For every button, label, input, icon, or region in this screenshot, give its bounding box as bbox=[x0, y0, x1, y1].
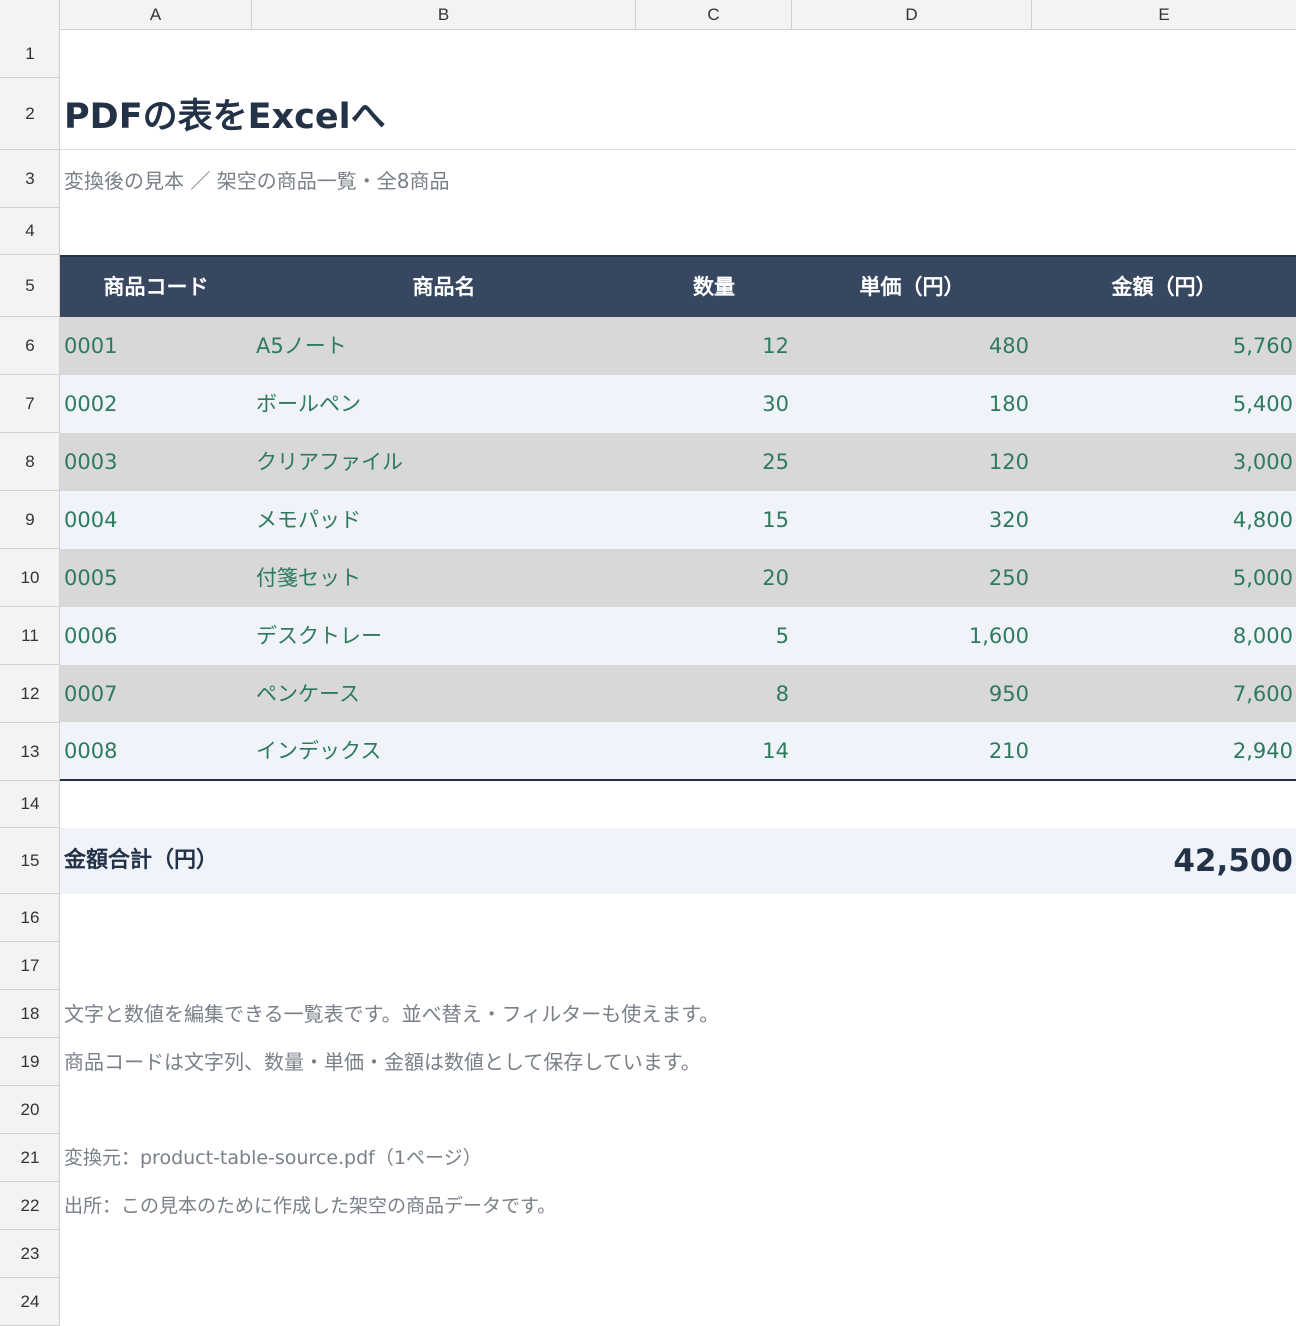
column-header-bar: A B C D E bbox=[0, 0, 1296, 30]
cell-price[interactable]: 210 bbox=[792, 722, 1029, 780]
row-header-21[interactable]: 21 bbox=[0, 1134, 60, 1182]
cell-code[interactable]: 0008 bbox=[64, 722, 248, 780]
header-name[interactable]: 商品名 bbox=[252, 257, 636, 317]
column-header-e[interactable]: E bbox=[1032, 0, 1296, 30]
cell-qty[interactable]: 25 bbox=[636, 433, 789, 491]
row-header-20[interactable]: 20 bbox=[0, 1086, 60, 1134]
row-header-23[interactable]: 23 bbox=[0, 1230, 60, 1278]
cell-name[interactable]: 付箋セット bbox=[256, 549, 632, 607]
cell-qty[interactable]: 20 bbox=[636, 549, 789, 607]
cell-code[interactable]: 0005 bbox=[64, 549, 248, 607]
cell-name[interactable]: クリアファイル bbox=[256, 433, 632, 491]
sheet-title[interactable]: PDFの表をExcelへ bbox=[60, 78, 1296, 150]
row-header-22[interactable]: 22 bbox=[0, 1182, 60, 1230]
cell-amount[interactable]: 5,400 bbox=[1032, 375, 1293, 433]
cell-name[interactable]: ボールペン bbox=[256, 375, 632, 433]
row-header-2[interactable]: 2 bbox=[0, 78, 60, 150]
cell-amount[interactable]: 7,600 bbox=[1032, 665, 1293, 723]
cell-qty[interactable]: 15 bbox=[636, 491, 789, 549]
cell-code[interactable]: 0001 bbox=[64, 317, 248, 375]
table-row: 0002 ボールペン 30 180 5,400 bbox=[60, 375, 1296, 433]
header-price[interactable]: 単価（円） bbox=[792, 257, 1032, 317]
sheet-subtitle[interactable]: 変換後の見本 ／ 架空の商品一覧・全8商品 bbox=[60, 150, 1296, 208]
table-row: 0005 付箋セット 20 250 5,000 bbox=[60, 549, 1296, 607]
row-header-7[interactable]: 7 bbox=[0, 375, 60, 433]
table-row: 0007 ペンケース 8 950 7,600 bbox=[60, 665, 1296, 723]
row-header-11[interactable]: 11 bbox=[0, 607, 60, 665]
credit-note[interactable]: 出所：この見本のために作成した架空の商品データです。 bbox=[64, 1182, 1264, 1230]
row-header-16[interactable]: 16 bbox=[0, 894, 60, 942]
row-header-6[interactable]: 6 bbox=[0, 317, 60, 375]
row-header-18[interactable]: 18 bbox=[0, 990, 60, 1038]
table-row: 0003 クリアファイル 25 120 3,000 bbox=[60, 433, 1296, 491]
cell-price[interactable]: 1,600 bbox=[792, 607, 1029, 665]
column-header-d[interactable]: D bbox=[792, 0, 1032, 30]
row-header-4[interactable]: 4 bbox=[0, 208, 60, 255]
total-label[interactable]: 金額合計（円） bbox=[64, 828, 218, 894]
cell-price[interactable]: 320 bbox=[792, 491, 1029, 549]
cell-price[interactable]: 120 bbox=[792, 433, 1029, 491]
note-line-1[interactable]: 文字と数値を編集できる一覧表です。並べ替え・フィルターも使えます。 bbox=[64, 990, 1264, 1038]
row-header-5[interactable]: 5 bbox=[0, 255, 60, 317]
note-line-2[interactable]: 商品コードは文字列、数量・単価・金額は数値として保存しています。 bbox=[64, 1038, 1264, 1086]
cell-qty[interactable]: 12 bbox=[636, 317, 789, 375]
row-header-10[interactable]: 10 bbox=[0, 549, 60, 607]
column-header-c[interactable]: C bbox=[636, 0, 792, 30]
row-header-19[interactable]: 19 bbox=[0, 1038, 60, 1086]
cell-price[interactable]: 480 bbox=[792, 317, 1029, 375]
column-header-b[interactable]: B bbox=[252, 0, 636, 30]
select-all-corner[interactable] bbox=[0, 0, 60, 30]
cell-code[interactable]: 0006 bbox=[64, 607, 248, 665]
cell-qty[interactable]: 8 bbox=[636, 665, 789, 723]
table-row: 0001 A5ノート 12 480 5,760 bbox=[60, 317, 1296, 375]
cell-qty[interactable]: 30 bbox=[636, 375, 789, 433]
table-bottom-border bbox=[60, 779, 1296, 781]
cell-name[interactable]: A5ノート bbox=[256, 317, 632, 375]
spreadsheet: A B C D E 1 2 3 4 5 6 7 8 9 10 11 12 13 … bbox=[0, 0, 1296, 1326]
row-header-8[interactable]: 8 bbox=[0, 433, 60, 491]
row-header-14[interactable]: 14 bbox=[0, 781, 60, 828]
cell-amount[interactable]: 5,760 bbox=[1032, 317, 1293, 375]
cell-name[interactable]: デスクトレー bbox=[256, 607, 632, 665]
cell-code[interactable]: 0004 bbox=[64, 491, 248, 549]
source-note[interactable]: 変換元：product-table-source.pdf（1ページ） bbox=[64, 1134, 1264, 1182]
row-header-12[interactable]: 12 bbox=[0, 665, 60, 723]
cell-amount[interactable]: 3,000 bbox=[1032, 433, 1293, 491]
cell-name[interactable]: インデックス bbox=[256, 722, 632, 780]
header-code[interactable]: 商品コード bbox=[60, 257, 252, 317]
header-amount[interactable]: 金額（円） bbox=[1032, 257, 1296, 317]
total-value[interactable]: 42,500 bbox=[1173, 828, 1293, 894]
table-row: 0004 メモパッド 15 320 4,800 bbox=[60, 491, 1296, 549]
cell-code[interactable]: 0007 bbox=[64, 665, 248, 723]
row-header-9[interactable]: 9 bbox=[0, 491, 60, 549]
cell-name[interactable]: ペンケース bbox=[256, 665, 632, 723]
cell-price[interactable]: 950 bbox=[792, 665, 1029, 723]
row-header-24[interactable]: 24 bbox=[0, 1278, 60, 1326]
row-header-3[interactable]: 3 bbox=[0, 150, 60, 208]
cell-code[interactable]: 0003 bbox=[64, 433, 248, 491]
cell-amount[interactable]: 4,800 bbox=[1032, 491, 1293, 549]
table-row: 0008 インデックス 14 210 2,940 bbox=[60, 722, 1296, 780]
column-header-a[interactable]: A bbox=[60, 0, 252, 30]
cell-code[interactable]: 0002 bbox=[64, 375, 248, 433]
cell-qty[interactable]: 14 bbox=[636, 722, 789, 780]
cell-name[interactable]: メモパッド bbox=[256, 491, 632, 549]
row-header-15[interactable]: 15 bbox=[0, 828, 60, 894]
cell-price[interactable]: 250 bbox=[792, 549, 1029, 607]
row-header-1[interactable]: 1 bbox=[0, 30, 60, 78]
cell-amount[interactable]: 8,000 bbox=[1032, 607, 1293, 665]
cell-qty[interactable]: 5 bbox=[636, 607, 789, 665]
cell-amount[interactable]: 5,000 bbox=[1032, 549, 1293, 607]
cell-price[interactable]: 180 bbox=[792, 375, 1029, 433]
table-row: 0006 デスクトレー 5 1,600 8,000 bbox=[60, 607, 1296, 665]
row-header-bar: 1 2 3 4 5 6 7 8 9 10 11 12 13 14 15 16 1… bbox=[0, 30, 60, 1326]
cell-amount[interactable]: 2,940 bbox=[1032, 722, 1293, 780]
table-header-row: 商品コード 商品名 数量 単価（円） 金額（円） bbox=[60, 255, 1296, 317]
row-header-17[interactable]: 17 bbox=[0, 942, 60, 990]
total-row: 金額合計（円） 42,500 bbox=[60, 828, 1296, 894]
row-header-13[interactable]: 13 bbox=[0, 723, 60, 781]
header-qty[interactable]: 数量 bbox=[636, 257, 792, 317]
